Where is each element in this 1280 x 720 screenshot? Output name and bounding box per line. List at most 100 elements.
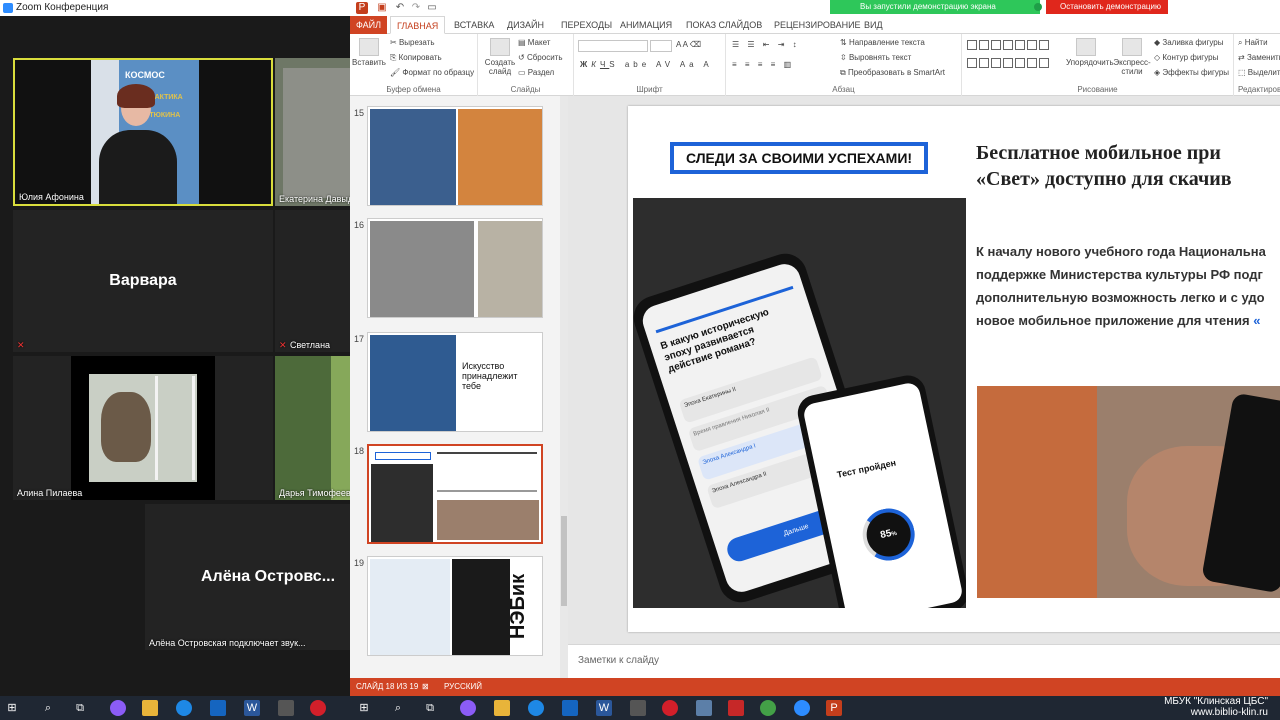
tab-transitions[interactable]: ПЕРЕХОДЫ — [555, 16, 618, 34]
tab-design[interactable]: ДИЗАЙН — [501, 16, 550, 34]
start-slideshow-icon[interactable]: ▭ — [426, 2, 438, 14]
app-icon[interactable] — [110, 700, 126, 716]
reset-button[interactable]: ↺ Сбросить — [518, 53, 563, 62]
text-direction-button[interactable]: ⇅ Направление текста — [840, 38, 925, 47]
participant-name: Алина Пилаева — [17, 488, 83, 498]
search-icon[interactable]: ⌕ — [40, 700, 56, 716]
shapes-gallery[interactable] — [966, 38, 1062, 74]
group-clipboard: Вставить ✂ Вырезать ⎘ Копировать 🖌 Форма… — [350, 34, 478, 96]
tab-insert[interactable]: ВСТАВКА — [448, 16, 500, 34]
arrange-button[interactable]: Упорядочить — [1066, 38, 1114, 67]
app-icon[interactable] — [460, 700, 476, 716]
tab-view[interactable]: ВИД — [858, 16, 889, 34]
format-painter-button[interactable]: 🖌 Формат по образцу — [390, 68, 474, 77]
save-icon[interactable]: ▣ — [376, 2, 388, 14]
font-size-input[interactable] — [650, 40, 672, 52]
video-tile-varvara[interactable]: Варвара ✕ — [13, 210, 273, 352]
section-button[interactable]: ▭ Раздел — [518, 68, 554, 77]
tab-animations[interactable]: АНИМАЦИЯ — [614, 16, 678, 34]
video-tile-yulia[interactable]: КОСМОС ГАЛАКТИКА УТЮКИНА Юлия Афонина — [13, 58, 273, 206]
word-icon[interactable]: W — [596, 700, 612, 716]
store-icon[interactable] — [630, 700, 646, 716]
score-ring: 85% — [857, 503, 920, 566]
current-slide[interactable]: СЛЕДИ ЗА СВОИМИ УСПЕХАМИ! Бесплатное моб… — [628, 106, 1280, 632]
task-view-icon[interactable]: ⧉ — [72, 700, 88, 716]
video-tile-alina[interactable]: Алина Пилаева — [13, 356, 273, 500]
cut-button[interactable]: ✂ Вырезать — [390, 38, 435, 47]
stop-share-button[interactable]: Остановить демонстрацию — [1046, 0, 1168, 14]
opera-icon[interactable] — [310, 700, 326, 716]
start-icon[interactable]: ⊞ — [356, 700, 372, 716]
slide-thumbnail-15[interactable] — [367, 106, 543, 206]
slide-counter: СЛАЙД 18 ИЗ 19 — [356, 682, 419, 691]
thumbnail-heading: Искусство принадлежит тебе — [462, 361, 518, 391]
shape-outline-button[interactable]: ◇ Контур фигуры — [1154, 53, 1218, 62]
font-size-buttons[interactable]: A A ⌫ — [676, 40, 701, 49]
mail-icon[interactable] — [210, 700, 226, 716]
smartart-button[interactable]: ⧉ Преобразовать в SmartArt — [840, 68, 945, 78]
font-family-input[interactable] — [578, 40, 648, 52]
shape-fill-button[interactable]: ◆ Заливка фигуры — [1154, 38, 1223, 47]
tab-file[interactable]: ФАЙЛ — [350, 16, 388, 34]
download-icon[interactable] — [728, 700, 744, 716]
opera-icon[interactable] — [662, 700, 678, 716]
file-explorer-icon[interactable] — [142, 700, 158, 716]
tab-slideshow[interactable]: ПОКАЗ СЛАЙДОВ — [680, 16, 768, 34]
file-explorer-icon[interactable] — [494, 700, 510, 716]
thumbnails-scrollbar[interactable] — [560, 96, 568, 678]
slide-thumbnail-18[interactable] — [367, 444, 543, 544]
video-tile-darya[interactable]: Дарья Тимофеева — [275, 356, 350, 500]
arrange-icon — [1076, 38, 1096, 56]
slide-thumbnail-16[interactable] — [367, 218, 543, 318]
mail-icon[interactable] — [562, 700, 578, 716]
select-button[interactable]: ⬚ Выделить — [1238, 68, 1280, 77]
notes-pane[interactable]: Заметки к слайду — [568, 644, 1280, 678]
person-hair — [117, 84, 155, 108]
search-icon[interactable]: ⌕ — [390, 700, 406, 716]
spellcheck-icon[interactable]: ⊠ — [422, 678, 429, 696]
replace-button[interactable]: ⇄ Заменить — [1238, 53, 1280, 62]
outdoor-video — [331, 356, 350, 500]
tab-review[interactable]: РЕЦЕНЗИРОВАНИЕ — [768, 16, 867, 34]
scrollbar-thumb[interactable] — [561, 516, 567, 606]
start-icon[interactable]: ⊞ — [4, 700, 20, 716]
word-icon[interactable]: W — [244, 700, 260, 716]
app-phones-image: В какую историческую эпоху развивается д… — [633, 198, 966, 608]
shape-effects-button[interactable]: ◈ Эффекты фигуры — [1154, 68, 1229, 77]
video-tile-alyona[interactable]: Алёна Островс... Алёна Островская подклю… — [145, 504, 350, 650]
cat-photo — [71, 356, 215, 500]
cat-shape — [101, 392, 151, 462]
edge-icon[interactable] — [528, 700, 544, 716]
new-slide-button[interactable]: Создать слайд — [482, 38, 518, 76]
zoom-app-icon[interactable] — [794, 700, 810, 716]
slide-thumbnail-17[interactable]: Искусство принадлежит тебе — [367, 332, 543, 432]
font-style-buttons[interactable]: ЖКЧS abe AV Aa A — [580, 60, 713, 69]
quick-styles-button[interactable]: Экспресс-стили — [1112, 38, 1152, 76]
align-text-button[interactable]: ⇳ Выровнять текст — [840, 53, 911, 62]
video-tile-ekaterina[interactable]: Екатерина Давыдова — [275, 58, 350, 206]
slide-thumbnail-19[interactable]: НЭБик — [367, 556, 543, 656]
task-view-icon[interactable]: ⧉ — [422, 700, 438, 716]
undo-icon[interactable]: ↶ — [394, 2, 406, 14]
redo-icon[interactable]: ↷ — [410, 2, 422, 14]
list-buttons[interactable]: ☰ ☰ ⇤ ⇥ ↕ — [732, 40, 800, 49]
downloader-icon[interactable] — [696, 700, 712, 716]
copy-button[interactable]: ⎘ Копировать — [390, 53, 442, 63]
powerpoint-app-icon[interactable]: P — [826, 700, 842, 716]
layout-button[interactable]: ▤ Макет — [518, 38, 550, 47]
paste-button[interactable]: Вставить — [352, 38, 386, 67]
video-tile-svetlana[interactable]: ✕ Светлана — [275, 210, 350, 352]
group-label: Буфер обмена — [386, 85, 441, 94]
align-buttons[interactable]: ≡ ≡ ≡ ≡ ▥ — [732, 60, 794, 69]
slide-title: Бесплатное мобильное при «Свет» доступно… — [976, 142, 1232, 190]
ribbon-tabs: ФАЙЛ ГЛАВНАЯ ВСТАВКА ДИЗАЙН ПЕРЕХОДЫ АНИ… — [350, 16, 1280, 34]
edge-icon[interactable] — [176, 700, 192, 716]
person-body — [99, 130, 177, 204]
store-icon[interactable] — [278, 700, 294, 716]
slide-slogan: СЛЕДИ ЗА СВОИМИ УСПЕХАМИ! — [670, 142, 928, 174]
language-indicator[interactable]: РУССКИЙ — [444, 678, 482, 696]
find-button[interactable]: ⌕ Найти — [1238, 38, 1268, 48]
chrome-icon[interactable] — [760, 700, 776, 716]
tab-home[interactable]: ГЛАВНАЯ — [390, 16, 446, 34]
new-slide-icon — [490, 38, 510, 56]
